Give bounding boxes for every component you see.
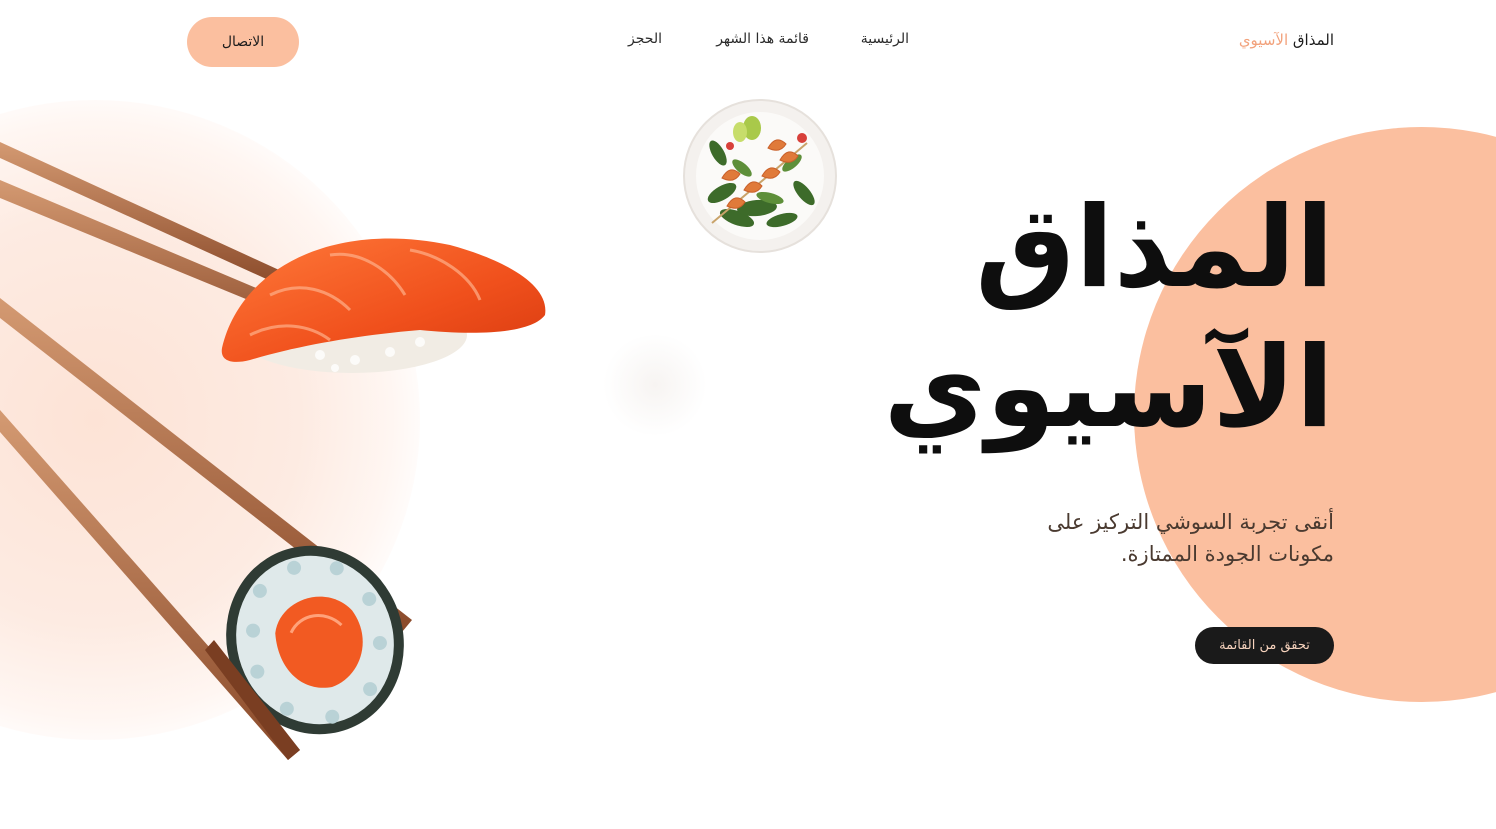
hero-title-line1: المذاق [975, 183, 1334, 313]
hero-title-line2: الآسيوي [883, 323, 1334, 453]
nav-link-home[interactable]: الرئيسية [861, 31, 909, 47]
nav-link-booking[interactable]: الحجز [628, 31, 662, 47]
shrimp-salad-plate-image [683, 99, 837, 253]
landing-page: المذاق الآسيوي الرئيسية قائمة هذا الشهر … [0, 0, 1496, 829]
check-menu-button[interactable]: تحقق من القائمة [1195, 627, 1334, 664]
background-glow-small [600, 335, 710, 435]
hero-title: المذاق الآسيوي [883, 178, 1334, 458]
nav-link-monthly-menu[interactable]: قائمة هذا الشهر [716, 31, 809, 47]
site-header: المذاق الآسيوي الرئيسية قائمة هذا الشهر … [0, 0, 1496, 84]
hero-subtitle: أنقى تجربة السوشي التركيز على مكونات الج… [1047, 510, 1334, 566]
contact-button[interactable]: الاتصال [187, 17, 299, 67]
sushi-chopsticks-image [0, 142, 546, 760]
